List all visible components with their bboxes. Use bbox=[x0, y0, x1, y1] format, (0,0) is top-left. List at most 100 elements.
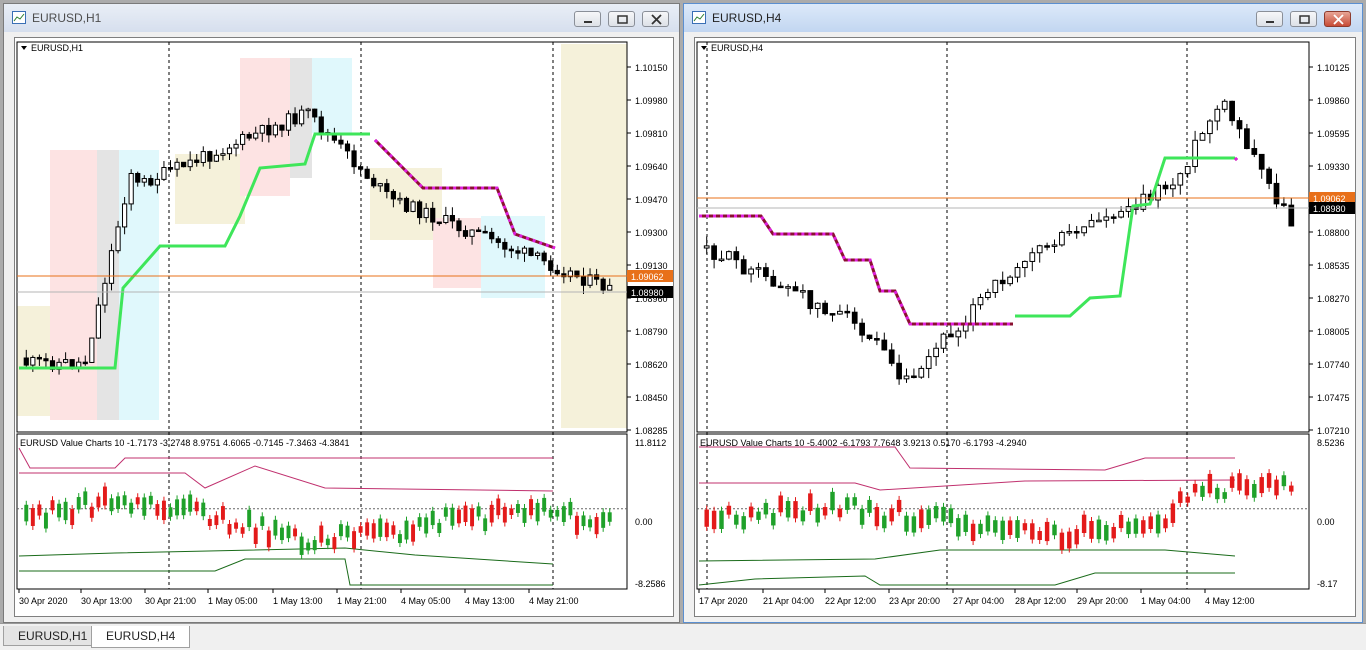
bearish-candle bbox=[1244, 128, 1250, 150]
bearish-candle bbox=[207, 151, 213, 162]
value-chart-bull-bar bbox=[1052, 524, 1057, 536]
price-chart-h4[interactable]: 1.101251.098601.095951.093301.090621.088… bbox=[695, 38, 1355, 616]
bearish-candle bbox=[69, 359, 75, 368]
indicator-tick-label: -8.17 bbox=[1317, 579, 1338, 589]
bullish-candle bbox=[299, 109, 305, 125]
bullish-candle bbox=[521, 247, 528, 254]
chart-window-h4[interactable]: EURUSD,H4 1.10125 1.09860 1.09595 1.09330 1.… bbox=[683, 3, 1363, 623]
chart-area-h1[interactable]: 1.10150 1.09980 1.09810 1.09640 1.09470 1.093… bbox=[14, 37, 674, 617]
bearish-candle bbox=[1266, 168, 1272, 184]
value-chart-bull-bar bbox=[306, 542, 311, 551]
bullish-candle bbox=[305, 108, 311, 112]
value-chart-bull-bar bbox=[756, 511, 761, 520]
time-tick-label: 27 Apr 04:00 bbox=[953, 596, 1004, 606]
close-button[interactable] bbox=[1324, 11, 1351, 27]
value-chart-bull-bar bbox=[852, 497, 857, 506]
close-button[interactable] bbox=[642, 11, 669, 27]
bearish-candle bbox=[292, 113, 298, 125]
minimize-button[interactable] bbox=[1256, 11, 1283, 27]
maximize-button[interactable] bbox=[608, 11, 635, 27]
window-titlebar[interactable]: EURUSD,H4 bbox=[684, 4, 1362, 32]
value-chart-bull-bar bbox=[312, 540, 317, 551]
minimize-button[interactable] bbox=[574, 11, 601, 27]
supply-demand-zone bbox=[97, 150, 119, 420]
value-chart-bull-bar bbox=[181, 498, 186, 516]
value-chart-bear-bar bbox=[96, 496, 101, 508]
value-chart-bear-bar bbox=[293, 528, 298, 537]
maximize-button[interactable] bbox=[1290, 11, 1317, 27]
value-chart-bull-bar bbox=[148, 495, 153, 505]
bearish-candle bbox=[135, 172, 141, 183]
bearish-candle bbox=[318, 116, 324, 134]
price-tick-label: 1.08620 bbox=[635, 360, 668, 370]
value-chart-bull-bar bbox=[247, 509, 252, 528]
bearish-candle bbox=[476, 229, 482, 233]
bearish-candle bbox=[403, 197, 410, 212]
window-title: EURUSD,H1 bbox=[32, 11, 102, 25]
value-chart-bear-bar bbox=[220, 506, 225, 520]
bearish-candle bbox=[911, 375, 917, 379]
bullish-candle bbox=[226, 147, 233, 155]
value-chart-bear-bar bbox=[711, 510, 717, 530]
value-chart-bull-bar bbox=[430, 510, 435, 526]
bullish-candle bbox=[726, 251, 732, 260]
value-chart-bull-bar bbox=[956, 518, 961, 537]
value-chart-bear-bar bbox=[1118, 514, 1124, 529]
value-chart-bear-bar bbox=[1266, 473, 1272, 488]
bullish-candle bbox=[423, 207, 429, 219]
bearish-candle bbox=[148, 178, 154, 186]
time-tick-label: 1 May 04:00 bbox=[1141, 596, 1191, 606]
value-chart-bear-bar bbox=[529, 499, 534, 516]
value-chart-bear-bar bbox=[214, 515, 219, 526]
bearish-candle bbox=[528, 247, 534, 256]
bearish-candle bbox=[384, 183, 390, 192]
chart-area-h4[interactable]: 1.101251.098601.095951.093301.090621.088… bbox=[694, 37, 1356, 617]
main-plot-border bbox=[696, 41, 1310, 433]
supply-demand-zone bbox=[50, 150, 98, 420]
value-chart-bull-bar bbox=[1252, 483, 1257, 498]
value-chart-bear-bar bbox=[1141, 520, 1146, 534]
bullish-candle bbox=[253, 132, 259, 139]
bullish-candle bbox=[174, 161, 180, 170]
bearish-candle bbox=[881, 339, 888, 351]
value-chart-bear-bar bbox=[919, 509, 924, 529]
bullish-candle bbox=[1029, 252, 1036, 262]
value-chart-bear-bar bbox=[319, 525, 324, 543]
bearish-candle bbox=[580, 276, 587, 286]
indicator-tick-label: 0.00 bbox=[635, 517, 653, 527]
bullish-candle bbox=[1177, 173, 1184, 186]
price-chart-h1[interactable]: 1.10150 1.09980 1.09810 1.09640 1.09470 1.093… bbox=[15, 38, 673, 616]
bullish-candle bbox=[161, 166, 167, 180]
chart-tabs-bar: EURUSD,H1 EURUSD,H4 bbox=[0, 623, 1366, 650]
chart-window-h1[interactable]: EURUSD,H1 1.10150 1.09980 1.09810 1.09640 1.… bbox=[3, 3, 680, 623]
window-titlebar[interactable]: EURUSD,H1 bbox=[4, 4, 679, 32]
tab-eurusd-h4[interactable]: EURUSD,H4 bbox=[91, 626, 191, 648]
value-chart-bear-bar bbox=[1037, 531, 1042, 540]
bullish-candle bbox=[108, 250, 115, 284]
bearish-candle bbox=[181, 161, 187, 168]
value-chart-bull-bar bbox=[734, 514, 739, 525]
value-chart-bear-bar bbox=[234, 522, 239, 529]
value-chart-bull-bar bbox=[561, 506, 566, 523]
value-chart-bear-bar bbox=[748, 506, 754, 518]
indicator-tick-label: 0.00 bbox=[1317, 517, 1335, 527]
time-tick-label: 21 Apr 04:00 bbox=[763, 596, 814, 606]
value-chart-bull-bar bbox=[168, 507, 173, 517]
price-tick-label: 1.09330 bbox=[1317, 162, 1350, 172]
value-chart-bull-bar bbox=[1104, 525, 1109, 541]
value-chart-bull-bar bbox=[378, 518, 383, 537]
value-chart-bull-bar bbox=[548, 509, 553, 518]
value-chart-bull-bar bbox=[417, 517, 422, 527]
value-chart-bull-bar bbox=[926, 509, 931, 525]
value-chart-bull-bar bbox=[325, 538, 330, 546]
value-chart-bear-bar bbox=[574, 515, 579, 535]
time-tick-label: 4 May 12:00 bbox=[1205, 596, 1255, 606]
value-chart-bull-bar bbox=[963, 514, 968, 532]
value-chart-bull-bar bbox=[1281, 475, 1287, 487]
value-chart-bear-bar bbox=[1067, 531, 1072, 549]
bearish-candle bbox=[541, 252, 547, 262]
indicator-tick-label: 8.5236 bbox=[1317, 438, 1345, 448]
value-chart-bear-bar bbox=[161, 500, 166, 521]
tab-eurusd-h1[interactable]: EURUSD,H1 bbox=[3, 626, 103, 646]
bullish-candle bbox=[1051, 244, 1058, 247]
